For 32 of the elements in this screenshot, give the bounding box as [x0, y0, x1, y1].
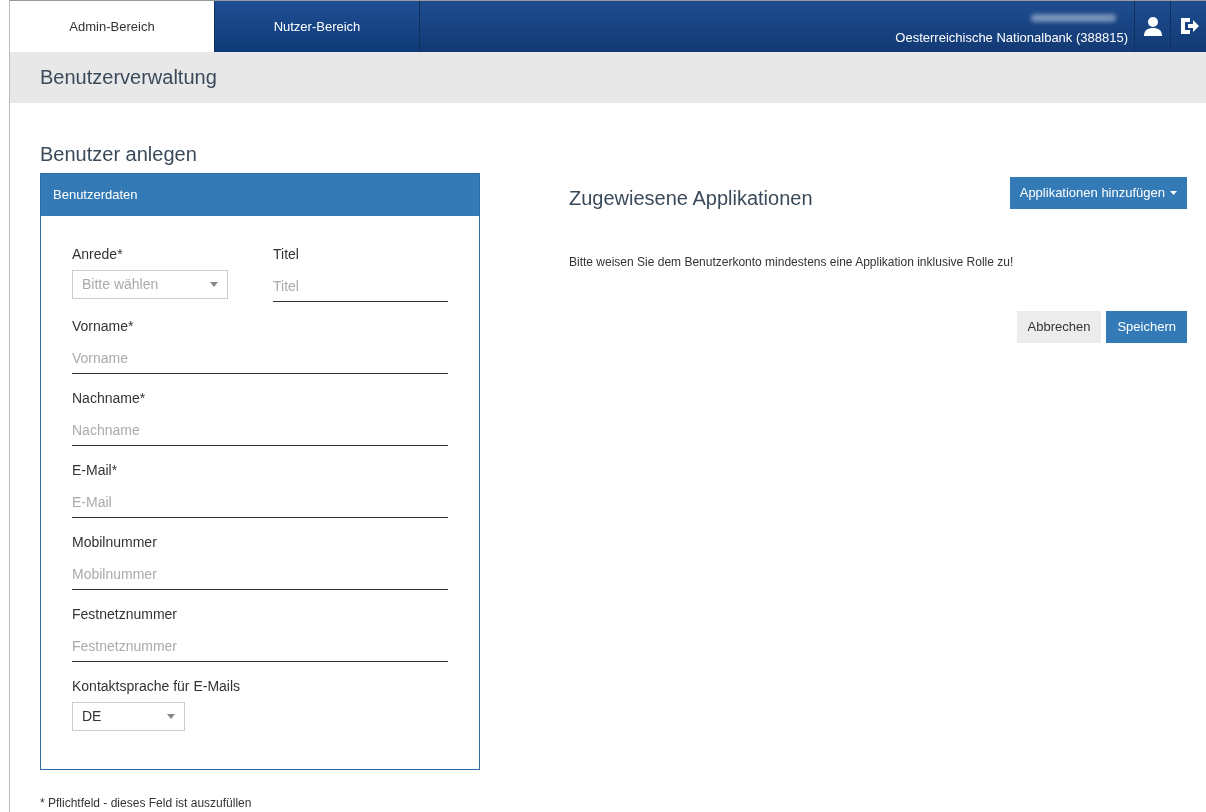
panel-header: Benutzerdaten — [41, 174, 479, 216]
field-label: Anrede* — [72, 245, 124, 264]
form-title: Benutzer anlegen — [40, 142, 198, 167]
field-label: E-Mail* — [72, 461, 119, 480]
input-field[interactable]: Festnetznummer — [72, 630, 448, 662]
add-applications-button[interactable]: Applikationen hinzufügen — [1009, 177, 1187, 209]
info-message: Bitte weisen Sie dem Benutzerkonto mindestens eine Applikation inklusive Rolle zu! — [569, 254, 1015, 271]
input-field[interactable]: Vorname — [72, 342, 448, 374]
field-label: Kontaktsprache für E-Mails — [72, 677, 242, 696]
section-title: Zugewiesene Applikationen — [569, 186, 813, 211]
field-label: Mobilnummer — [72, 533, 158, 552]
required-footnote: * Pflichtfeld - dieses Feld ist auszufüllen — [40, 795, 253, 812]
select-field[interactable]: DE — [72, 702, 185, 731]
input-field[interactable]: Titel — [273, 270, 448, 302]
nav-tab[interactable]: Nutzer-Bereich — [215, 1, 420, 52]
caret-icon — [1170, 191, 1177, 195]
save-button[interactable]: Speichern — [1106, 311, 1187, 343]
input-field[interactable]: E-Mail — [72, 486, 448, 518]
user-icon[interactable] — [1142, 16, 1163, 37]
cancel-button[interactable]: Abbrechen — [1016, 311, 1102, 343]
page-title: Benutzerverwaltung — [40, 65, 217, 91]
input-field[interactable]: Mobilnummer — [72, 558, 448, 590]
caret-icon — [210, 282, 218, 287]
nav-tab[interactable]: Admin-Bereich — [10, 1, 215, 52]
logout-icon[interactable] — [1178, 16, 1199, 37]
field-label: Festnetznummer — [72, 605, 179, 624]
organization-label: Oesterreichische Nationalbank (388815) — [895, 29, 1128, 48]
caret-icon — [167, 714, 175, 719]
input-field[interactable]: Nachname — [72, 414, 448, 446]
field-label: Nachname* — [72, 389, 147, 408]
field-label: Vorname* — [72, 317, 135, 336]
field-label: Titel — [273, 245, 300, 264]
